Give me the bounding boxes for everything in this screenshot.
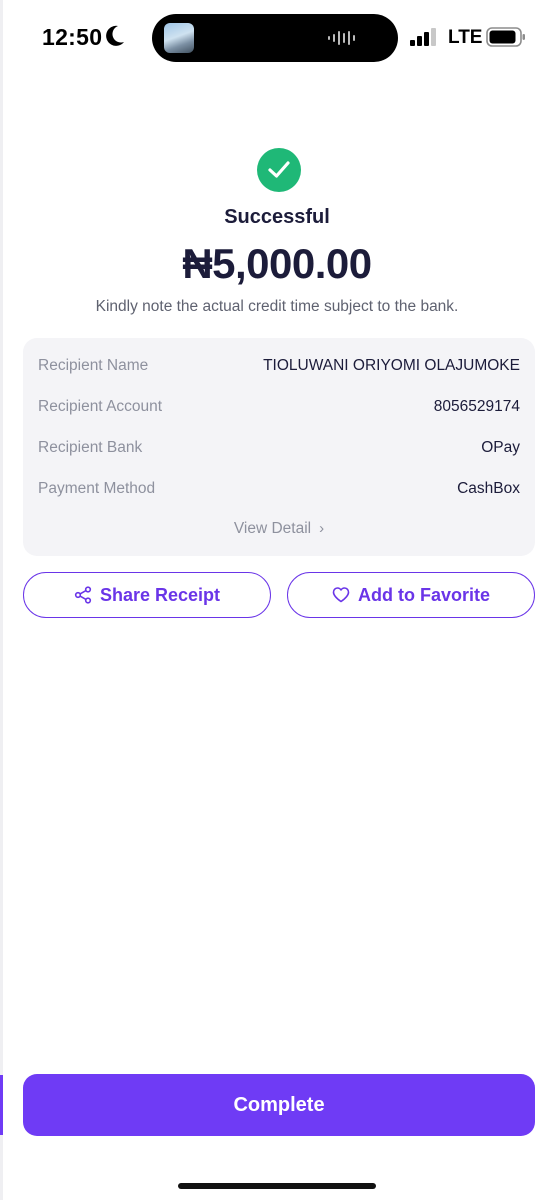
audio-waveform-icon (328, 31, 355, 45)
share-receipt-label: Share Receipt (99, 584, 221, 605)
transfer-amount: ₦5,000.00 (182, 240, 372, 287)
heart-icon (332, 587, 350, 603)
now-playing-thumbnail (164, 23, 194, 53)
status-bar: 12:50 LTE (0, 0, 554, 78)
home-indicator[interactable] (178, 1183, 376, 1189)
checkmark-icon (268, 161, 290, 178)
detail-row-recipient-account: Recipient Account 8056529174 (38, 398, 520, 422)
detail-value: CashBox (457, 480, 520, 497)
detail-label: Recipient Name (38, 357, 149, 374)
detail-label: Payment Method (38, 480, 156, 497)
underlying-screen-edge (0, 0, 3, 1200)
chevron-right-icon: › (319, 520, 325, 537)
detail-row-payment-method: Payment Method CashBox (38, 480, 520, 504)
detail-value: TIOLUWANI ORIYOMI OLAJUMOKE (263, 357, 520, 374)
detail-row-recipient-name: Recipient Name TIOLUWANI ORIYOMI OLAJUMO… (38, 357, 520, 381)
detail-value: 8056529174 (433, 398, 520, 415)
detail-row-recipient-bank: Recipient Bank OPay (38, 439, 520, 463)
share-receipt-button[interactable]: Share Receipt (23, 572, 271, 618)
credit-time-note: Kindly note the actual credit time subje… (95, 298, 459, 315)
success-check-badge (257, 148, 301, 192)
complete-button[interactable]: Complete (23, 1074, 535, 1136)
add-to-favorite-button[interactable]: Add to Favorite (287, 572, 535, 618)
transaction-details-card: Recipient Name TIOLUWANI ORIYOMI OLAJUMO… (23, 338, 535, 556)
cellular-signal-icon (410, 28, 436, 46)
detail-label: Recipient Bank (38, 439, 143, 456)
dynamic-island[interactable] (152, 14, 398, 62)
status-time: 12:50 (42, 24, 103, 50)
result-title: Successful (224, 206, 330, 228)
detail-value: OPay (481, 439, 520, 456)
complete-label: Complete (233, 1093, 325, 1116)
view-detail-label: View Detail (233, 520, 312, 537)
detail-label: Recipient Account (38, 398, 163, 415)
underlying-screen-accent (0, 1075, 3, 1135)
add-to-favorite-label: Add to Favorite (357, 584, 490, 605)
battery-icon (486, 27, 525, 47)
network-type: LTE (448, 27, 483, 48)
moon-icon (106, 25, 124, 46)
view-detail-link[interactable]: View Detail › (23, 520, 535, 538)
share-icon (74, 586, 92, 604)
